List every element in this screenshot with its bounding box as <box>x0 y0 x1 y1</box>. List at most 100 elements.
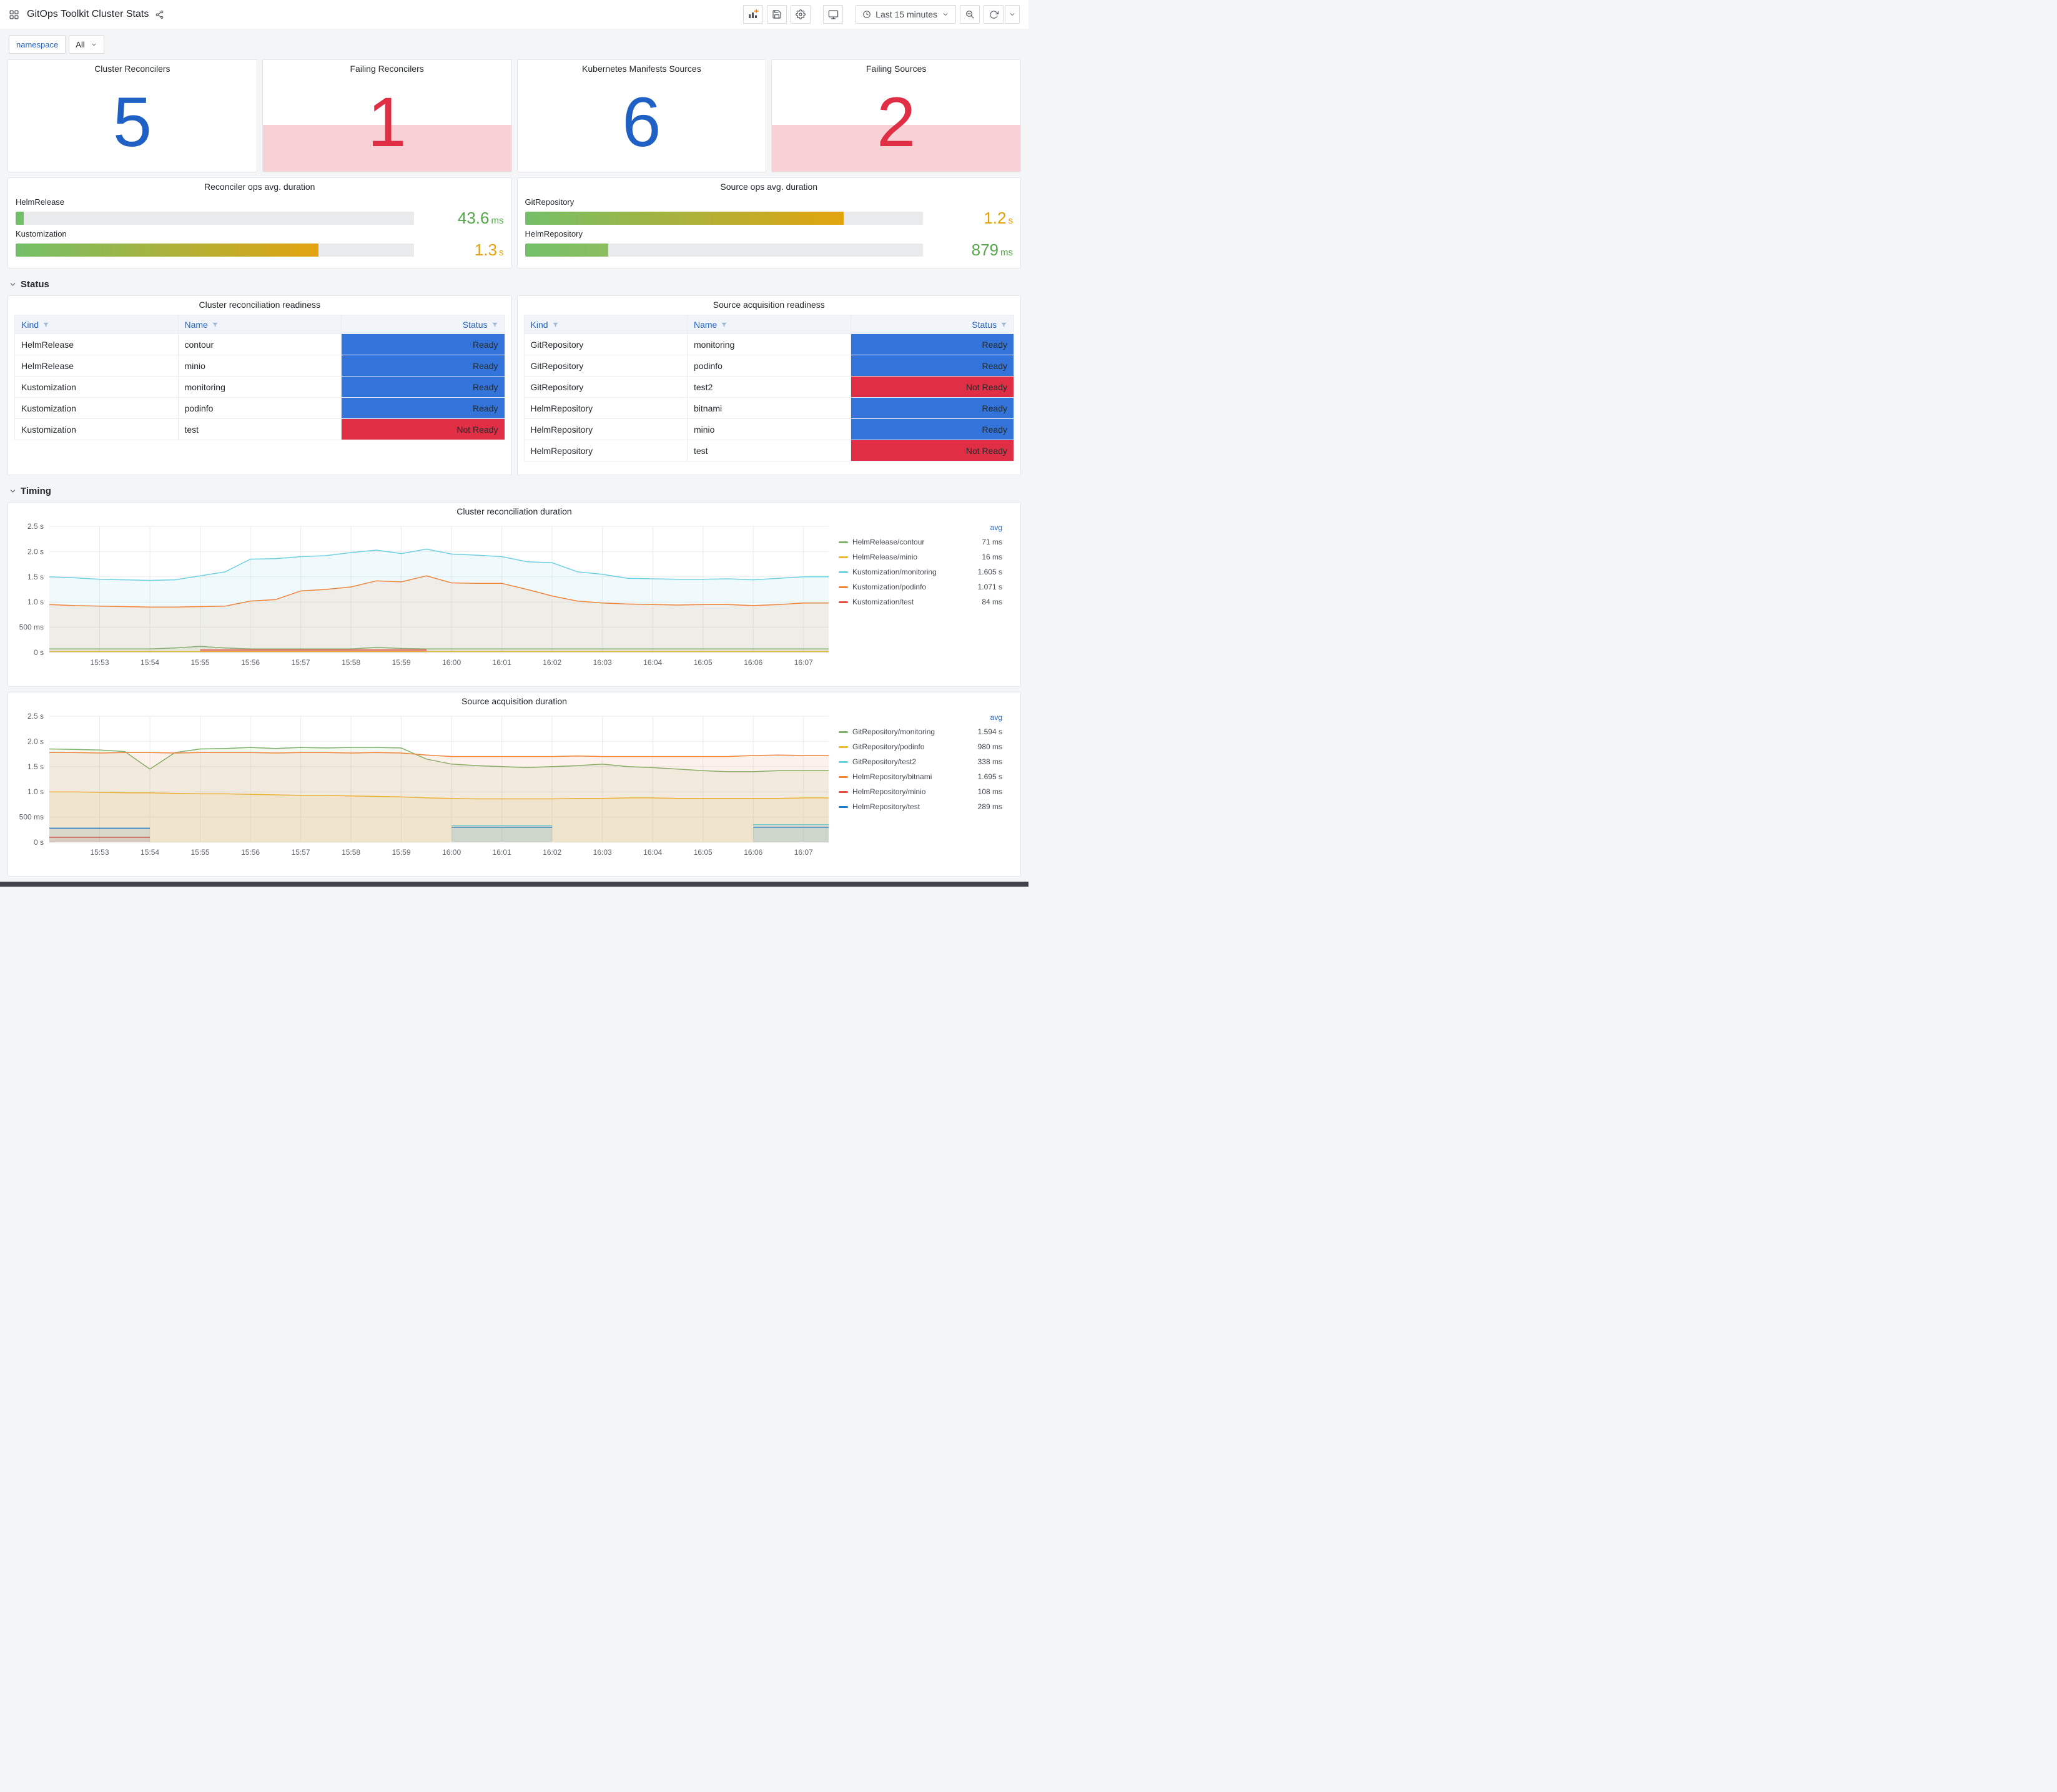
time-series-plot[interactable]: 0 s 500 ms 1.0 s 1.5 s 2.0 s 2.5 s 15:53 15:54 1… <box>13 520 835 670</box>
save-dashboard-button[interactable] <box>767 5 787 24</box>
series-avg-value: 84 ms <box>982 598 1002 606</box>
filter-icon[interactable] <box>721 322 728 328</box>
svg-text:15:59: 15:59 <box>392 848 411 857</box>
refresh-interval-dropdown[interactable] <box>1005 5 1020 24</box>
gauge-row: Reconciler ops avg. duration HelmRelease… <box>7 177 1021 268</box>
legend-item[interactable]: HelmRepository/test 289 ms <box>839 799 1002 814</box>
table-row: GitRepository monitoring Ready <box>523 333 1014 355</box>
panel-title[interactable]: Source acquisition duration <box>8 692 1020 710</box>
column-header-kind[interactable]: Kind <box>14 315 179 334</box>
gauge-row-item: HelmRepository 879 ms <box>525 229 1013 260</box>
cycle-view-mode-button[interactable] <box>823 5 844 24</box>
cell-kind: Kustomization <box>14 376 179 398</box>
panel-title[interactable]: Cluster reconciliation duration <box>8 503 1020 520</box>
legend-avg-header[interactable]: avg <box>839 521 1002 534</box>
svg-text:1.5 s: 1.5 s <box>27 573 44 581</box>
svg-text:0 s: 0 s <box>34 838 44 847</box>
legend-item[interactable]: HelmRelease/contour 71 ms <box>839 534 1002 549</box>
section-status[interactable]: Status <box>7 273 1021 295</box>
legend-item[interactable]: GitRepository/podinfo 980 ms <box>839 739 1002 754</box>
series-name: HelmRepository/bitnami <box>852 772 932 781</box>
legend-item[interactable]: Kustomization/test 84 ms <box>839 594 1002 609</box>
column-header-kind[interactable]: Kind <box>523 315 688 334</box>
series-avg-value: 108 ms <box>977 787 1002 796</box>
svg-text:16:07: 16:07 <box>794 658 813 667</box>
filter-icon[interactable] <box>491 322 498 328</box>
svg-text:1.0 s: 1.0 s <box>27 787 44 796</box>
series-name: Kustomization/test <box>852 598 914 606</box>
column-header-name[interactable]: Name <box>687 315 851 334</box>
svg-text:16:02: 16:02 <box>543 658 561 667</box>
gauge-track <box>525 244 923 257</box>
panel-title[interactable]: Cluster reconciliation readiness <box>8 296 511 313</box>
readiness-table-panel: Source acquisition readiness Kind Name S… <box>516 295 1021 475</box>
legend-item[interactable]: HelmRepository/bitnami 1.695 s <box>839 769 1002 784</box>
cell-kind: GitRepository <box>523 333 688 355</box>
table-row: GitRepository test2 Not Ready <box>523 376 1014 398</box>
cell-kind: HelmRepository <box>523 418 688 440</box>
filter-icon[interactable] <box>42 322 49 328</box>
legend-item[interactable]: Kustomization/podinfo 1.071 s <box>839 579 1002 594</box>
panel-title[interactable]: Source ops avg. duration <box>518 178 1021 195</box>
svg-text:0 s: 0 s <box>34 648 44 657</box>
namespace-select[interactable]: All <box>69 35 104 54</box>
svg-text:15:58: 15:58 <box>342 658 360 667</box>
grafana-dashboard: GitOps Toolkit Cluster Stats Last 15 min… <box>0 0 1028 887</box>
chart-body: 0 s 500 ms 1.0 s 1.5 s 2.0 s 2.5 s 15:53 15:54 1… <box>8 710 1020 876</box>
table-row-container: Cluster reconciliation readiness Kind Na… <box>7 295 1021 475</box>
panel-title[interactable]: Reconciler ops avg. duration <box>8 178 511 195</box>
series-name: HelmRelease/contour <box>852 538 925 546</box>
namespace-value: All <box>76 39 85 49</box>
series-avg-value: 338 ms <box>977 757 1002 766</box>
table-row: HelmRelease minio Ready <box>14 355 505 377</box>
svg-text:16:05: 16:05 <box>694 658 713 667</box>
column-header-name[interactable]: Name <box>177 315 342 334</box>
svg-text:15:54: 15:54 <box>141 848 159 857</box>
section-timing[interactable]: Timing <box>7 480 1021 502</box>
svg-text:15:55: 15:55 <box>191 848 210 857</box>
legend-avg-header[interactable]: avg <box>839 711 1002 724</box>
status-badge: Ready <box>341 333 505 355</box>
column-header-status[interactable]: Status <box>341 315 505 334</box>
section-status-label: Status <box>21 279 49 290</box>
gauge-row-item: GitRepository 1.2 s <box>525 197 1013 228</box>
svg-text:16:01: 16:01 <box>493 848 511 857</box>
gauge-track <box>16 211 414 225</box>
series-color-dash <box>839 601 848 603</box>
refresh-button[interactable] <box>984 5 1004 24</box>
filter-icon[interactable] <box>212 322 219 328</box>
stat-value: 2 <box>876 82 916 161</box>
series-name: Kustomization/podinfo <box>852 583 927 591</box>
time-series-plot[interactable]: 0 s 500 ms 1.0 s 1.5 s 2.0 s 2.5 s 15:53 15:54 1… <box>13 710 835 860</box>
filter-icon[interactable] <box>1000 322 1007 328</box>
gauge-body: GitRepository 1.2 s HelmRepository 879 m… <box>518 195 1021 268</box>
table-row: GitRepository podinfo Ready <box>523 355 1014 377</box>
series-avg-value: 289 ms <box>977 802 1002 811</box>
series-name: HelmRelease/minio <box>852 553 918 561</box>
svg-text:15:56: 15:56 <box>241 658 260 667</box>
svg-text:15:59: 15:59 <box>392 658 411 667</box>
gauge-label: HelmRelease <box>16 197 65 207</box>
legend-item[interactable]: GitRepository/monitoring 1.594 s <box>839 724 1002 739</box>
series-color-dash <box>839 731 848 733</box>
time-range-picker[interactable]: Last 15 minutes <box>856 5 956 24</box>
svg-text:2.5 s: 2.5 s <box>27 522 44 531</box>
dashboard-settings-button[interactable] <box>791 5 811 24</box>
add-panel-button[interactable] <box>743 5 764 24</box>
svg-text:16:00: 16:00 <box>442 848 461 857</box>
legend-item[interactable]: HelmRelease/minio 16 ms <box>839 549 1002 564</box>
gauge-row-item: Kustomization 1.3 s <box>16 229 504 260</box>
chevron-down-icon <box>943 13 948 16</box>
legend-item[interactable]: HelmRepository/minio 108 ms <box>839 784 1002 799</box>
share-icon[interactable] <box>155 10 164 19</box>
filter-icon[interactable] <box>552 322 559 328</box>
apps-grid-icon[interactable] <box>9 9 19 20</box>
column-header-status[interactable]: Status <box>850 315 1014 334</box>
zoom-out-time-button[interactable] <box>960 5 980 24</box>
stat-panel: Failing Sources 2 <box>771 59 1021 172</box>
panel-title[interactable]: Source acquisition readiness <box>518 296 1021 313</box>
svg-text:15:56: 15:56 <box>241 848 260 857</box>
svg-text:1.5 s: 1.5 s <box>27 762 44 771</box>
legend-item[interactable]: Kustomization/monitoring 1.605 s <box>839 564 1002 579</box>
legend-item[interactable]: GitRepository/test2 338 ms <box>839 754 1002 769</box>
